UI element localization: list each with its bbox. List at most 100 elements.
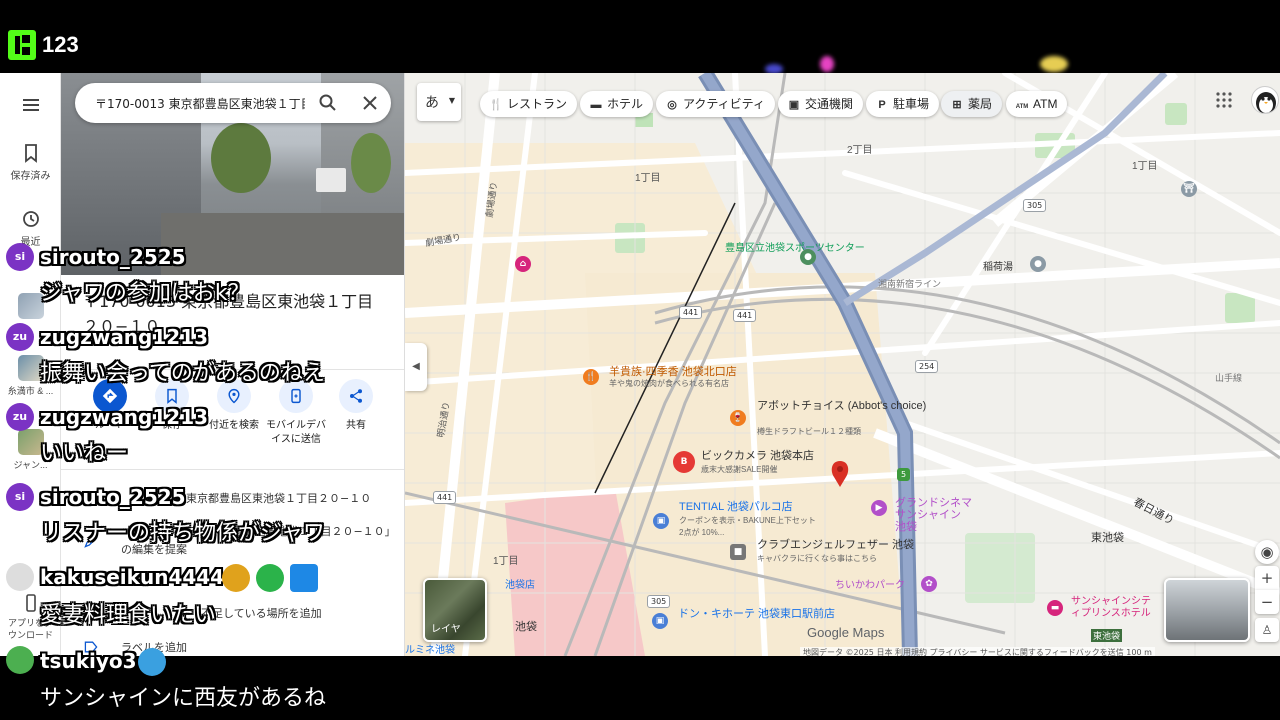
chat-avatar: zu bbox=[6, 323, 34, 351]
recent-button[interactable]: 最近 bbox=[0, 209, 61, 248]
send-to-device-button[interactable]: モバイルデバイスに送信 bbox=[265, 379, 327, 447]
route-shield: 441 bbox=[679, 306, 703, 319]
poi-inari[interactable]: 稲荷湯 bbox=[983, 258, 1013, 273]
account-avatar[interactable] bbox=[1251, 86, 1279, 114]
route-shield: 254 bbox=[915, 360, 939, 373]
dropdown-arrow-icon: ▼ bbox=[448, 96, 455, 105]
chip-label: レストラン bbox=[507, 97, 568, 111]
my-location-button[interactable]: ◉ bbox=[1255, 540, 1279, 564]
divider bbox=[61, 469, 404, 470]
transit-icon: ▣ bbox=[788, 99, 800, 111]
zoom-in-button[interactable]: + bbox=[1255, 566, 1279, 590]
chat-message: ジャワの参加はおk？ bbox=[40, 281, 250, 306]
shrine-icon: ⛩ bbox=[1181, 181, 1197, 197]
chip-restaurant[interactable]: 🍴 レストラン bbox=[480, 91, 578, 117]
poi-sunshine-prince[interactable]: サンシャインシティプリンスホテル bbox=[1071, 596, 1151, 620]
chat-username: zugzwang1213 bbox=[40, 325, 209, 349]
store-icon: ▣ bbox=[652, 613, 668, 629]
sub-badge-icon bbox=[222, 564, 250, 592]
chat-avatar: zu bbox=[6, 403, 34, 431]
add-place-row[interactable]: 不足している場所を追加 bbox=[201, 605, 322, 623]
chip-parking[interactable]: P 駐車場 bbox=[866, 91, 940, 117]
chat-message: いいねー bbox=[40, 441, 129, 466]
hotel-icon: ▬ bbox=[1047, 600, 1063, 616]
layers-label: レイヤ bbox=[431, 624, 461, 635]
map-label: 山手線 bbox=[1215, 373, 1243, 383]
chat-message: 振舞い会ってのがあるのねえ bbox=[40, 361, 325, 386]
nearby-label: 付近を検索 bbox=[209, 420, 259, 431]
send-to-device-label: モバイルデバイスに送信 bbox=[266, 420, 326, 445]
share-label: 共有 bbox=[346, 420, 366, 431]
poi-bic-camera[interactable]: ビックカメラ 池袋本店 bbox=[701, 450, 814, 462]
poi-abbot[interactable]: アボットチョイス (Abbot's choice) bbox=[757, 400, 926, 412]
map-attribution: 地図データ ©2025 日本 利用規約 プライバシー サービスに関するフィードバ… bbox=[800, 647, 1155, 656]
route-shield: 441 bbox=[733, 309, 757, 322]
chat-username: zugzwang1213 bbox=[40, 405, 209, 429]
park-icon: ✿ bbox=[921, 576, 937, 592]
poi-store[interactable]: 池袋店 bbox=[505, 576, 535, 591]
chip-label: 駐車場 bbox=[893, 97, 930, 111]
poi-lumine[interactable]: ルミネ池袋 bbox=[405, 641, 455, 656]
poi-grand-cinema[interactable]: グランドシネマサンシャイン 池袋 bbox=[895, 497, 975, 533]
poi-tential[interactable]: TENTIAL 池袋パルコ店 bbox=[679, 501, 793, 513]
poi-chiikawa[interactable]: ちいかわパーク bbox=[835, 580, 905, 592]
street-view-thumbnail[interactable] bbox=[1164, 578, 1250, 642]
map-label: 1丁目 bbox=[493, 556, 519, 567]
poi-sports-center[interactable]: 豊島区立池袋スポーツセンター bbox=[725, 243, 865, 255]
chip-label: ATM bbox=[1033, 97, 1058, 111]
map-label: 1丁目 bbox=[1132, 161, 1158, 172]
viewer-count: 123 bbox=[42, 32, 79, 57]
bookmark-icon bbox=[167, 388, 177, 404]
poi-club-sub: キャバクラに行くなら事はこちら bbox=[757, 554, 877, 563]
chat-username: tsukiyo3 bbox=[40, 649, 137, 673]
pegman-button[interactable]: ♙ bbox=[1255, 618, 1279, 642]
chat-username: sirouto_2525 bbox=[40, 245, 186, 269]
chip-atm[interactable]: ATM ATM bbox=[1006, 91, 1068, 117]
apps-grid-icon[interactable] bbox=[1216, 92, 1232, 108]
camera-icon: ◎ bbox=[667, 99, 677, 111]
stream-frame: 123 保存済み 最近 糸満市 & ... ジャン... アプリをダウンロード … bbox=[0, 0, 1280, 720]
ime-label: あ bbox=[425, 95, 439, 111]
hotel-icon: ▬ bbox=[590, 99, 602, 111]
nearby-icon bbox=[228, 388, 240, 404]
menu-button[interactable] bbox=[0, 95, 61, 119]
cinema-icon: ▶ bbox=[871, 500, 887, 516]
station-label: 池袋 bbox=[515, 621, 537, 633]
chat-avatar: si bbox=[6, 483, 34, 511]
search-icon[interactable] bbox=[318, 93, 338, 113]
address-row[interactable]: 東京都豊島区東池袋１丁目２０−１０ bbox=[186, 490, 371, 508]
stream-bottom-bar: tsukiyo3 サンシャインに西友があるね bbox=[0, 646, 1280, 720]
poi-donki[interactable]: ドン・キホーテ 池袋東口駅前店 bbox=[678, 608, 835, 620]
close-icon[interactable] bbox=[360, 93, 380, 113]
search-input[interactable]: 〒170-0013 東京都豊島区東池袋１丁目 bbox=[95, 95, 305, 112]
map-canvas[interactable]: ◀ あ ▼ 🍴 レストラン ▬ ホテル ◎ アクティビティ ▣ 交通機関 P 駐車場 ⊞ 薬局… bbox=[405, 73, 1280, 656]
collapse-panel-button[interactable]: ◀ bbox=[405, 343, 427, 391]
restaurant-icon: 🍴 bbox=[583, 369, 599, 385]
shopping-bag-icon: ▣ bbox=[653, 513, 669, 529]
station-label: 東池袋 bbox=[1091, 629, 1123, 642]
chip-activity[interactable]: ◎ アクティビティ bbox=[656, 91, 775, 117]
atm-icon: ATM bbox=[1015, 104, 1029, 110]
poi-bic-sub: 歳末大感謝SALE開催 bbox=[701, 465, 778, 474]
nearby-button[interactable]: 付近を検索 bbox=[203, 379, 265, 433]
poi-park-icon: ● bbox=[800, 249, 816, 265]
chip-transit[interactable]: ▣ 交通機関 bbox=[778, 91, 864, 117]
chip-hotel[interactable]: ▬ ホテル bbox=[580, 91, 654, 117]
poi-club[interactable]: クラブエンジェルフェザー 池袋 bbox=[757, 539, 914, 551]
bar-icon: 🍷 bbox=[730, 410, 746, 426]
google-maps-logo: Google Maps bbox=[807, 625, 885, 640]
nightclub-icon: ■ bbox=[730, 544, 746, 560]
hamburger-menu-icon bbox=[22, 99, 39, 111]
ime-toggle[interactable]: あ ▼ bbox=[417, 83, 461, 121]
directions-icon bbox=[102, 388, 118, 404]
share-button[interactable]: 共有 bbox=[325, 379, 387, 433]
share-icon bbox=[350, 389, 362, 403]
layers-button[interactable]: レイヤ bbox=[423, 578, 487, 642]
poi-yangui-sub: 羊や鬼の焼肉が食べられる有名店 bbox=[609, 379, 729, 388]
poi-yangui[interactable]: 羊貴族·四季香 池袋北口店 bbox=[609, 366, 737, 378]
chip-pharmacy[interactable]: ⊞ 薬局 bbox=[941, 91, 1003, 117]
zoom-out-button[interactable]: − bbox=[1255, 590, 1279, 614]
search-box[interactable]: 〒170-0013 東京都豊島区東池袋１丁目 bbox=[75, 83, 391, 123]
saved-button[interactable]: 保存済み bbox=[0, 143, 61, 182]
saved-label: 保存済み bbox=[10, 171, 51, 182]
